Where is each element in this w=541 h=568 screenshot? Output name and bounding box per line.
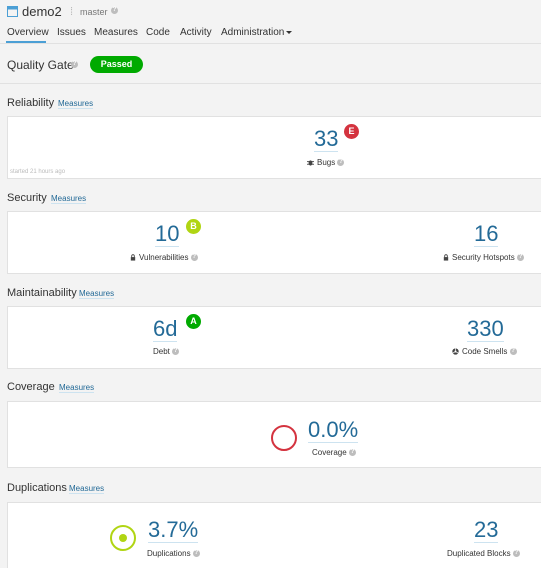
vulnerabilities-label: Vulnerabilities ? — [130, 253, 198, 262]
vulnerabilities-value[interactable]: 10 — [155, 223, 180, 247]
code-smells-value[interactable]: 330 — [467, 318, 504, 342]
coverage-value[interactable]: 0.0% — [308, 419, 359, 443]
coverage-info-icon[interactable]: ? — [348, 449, 356, 457]
tab-activity[interactable]: Activity — [180, 27, 212, 38]
bugs-info-icon[interactable]: ? — [337, 159, 345, 167]
reliability-panel — [7, 116, 541, 179]
coverage-measures-link[interactable]: Measures — [59, 383, 95, 393]
maintainability-title: Maintainability — [7, 287, 77, 299]
tab-overview[interactable]: Overview — [7, 27, 49, 38]
duplications-value[interactable]: 3.7% — [148, 519, 199, 543]
coverage-label-text: Coverage — [312, 448, 347, 457]
vulnerabilities-info-icon[interactable]: ? — [190, 254, 198, 262]
duplications-title: Duplications — [7, 482, 67, 494]
quality-gate-status-badge: Passed — [90, 56, 143, 73]
code-smells-info-icon[interactable]: ? — [509, 348, 517, 356]
project-icon — [7, 6, 18, 17]
debt-label-text: Debt — [153, 347, 170, 356]
vulnerabilities-rating-badge[interactable]: B — [186, 219, 201, 234]
duplications-label: Duplications ? — [147, 549, 200, 558]
code-smells-label: Code Smells ? — [452, 347, 517, 356]
duplicated-blocks-label-text: Duplicated Blocks — [447, 549, 511, 558]
debt-info-icon[interactable]: ? — [172, 348, 180, 356]
reliability-measures-link[interactable]: Measures — [58, 99, 94, 109]
coverage-label: Coverage ? — [312, 448, 356, 457]
duplications-info-icon[interactable]: ? — [192, 550, 200, 558]
coverage-title: Coverage — [7, 381, 55, 393]
active-tab-indicator — [6, 41, 46, 43]
duplicated-blocks-label: Duplicated Blocks ? — [447, 549, 520, 558]
divider — [0, 83, 541, 84]
duplications-measures-link[interactable]: Measures — [69, 484, 105, 494]
coverage-donut-icon — [271, 425, 297, 451]
analysis-started-text: started 21 hours ago — [10, 169, 66, 175]
lock-icon — [130, 254, 136, 261]
bugs-label-text: Bugs — [317, 158, 336, 167]
duplications-label-text: Duplications — [147, 549, 191, 558]
duplicated-blocks-info-icon[interactable]: ? — [512, 550, 520, 558]
tab-administration-label: Administration — [221, 27, 285, 38]
quality-gate-label: Quality Gate — [7, 58, 74, 72]
security-measures-link[interactable]: Measures — [51, 194, 87, 204]
code-smell-icon — [452, 348, 459, 356]
hotspots-label-text: Security Hotspots — [452, 253, 515, 262]
branch-separator: ⁞ — [70, 6, 74, 18]
security-panel — [7, 211, 541, 274]
bugs-rating-badge[interactable]: E — [344, 124, 359, 139]
tab-issues[interactable]: Issues — [57, 27, 86, 38]
hotspots-info-icon[interactable]: ? — [516, 254, 524, 262]
chevron-down-icon — [286, 30, 293, 34]
hotspots-label: Security Hotspots ? — [443, 253, 524, 262]
bug-icon — [307, 160, 314, 166]
debt-value[interactable]: 6d — [153, 318, 178, 342]
security-title: Security — [7, 192, 47, 204]
tab-code[interactable]: Code — [146, 27, 170, 38]
duplications-panel — [7, 502, 541, 568]
duplicated-blocks-value[interactable]: 23 — [474, 519, 499, 543]
tab-measures[interactable]: Measures — [94, 27, 138, 38]
project-name[interactable]: demo2 — [22, 4, 62, 19]
duplications-donut-dot — [119, 534, 127, 542]
bugs-value[interactable]: 33 — [314, 128, 339, 152]
branch-name[interactable]: master — [80, 7, 108, 17]
debt-label: Debt ? — [153, 347, 180, 356]
tab-administration[interactable]: Administration — [221, 27, 293, 38]
vulnerabilities-label-text: Vulnerabilities — [139, 253, 189, 262]
bugs-label: Bugs ? — [307, 158, 345, 167]
code-smells-label-text: Code Smells — [462, 347, 508, 356]
reliability-title: Reliability — [7, 97, 55, 109]
debt-rating-badge[interactable]: A — [186, 314, 201, 329]
lock-icon — [443, 254, 449, 261]
quality-gate-info-icon[interactable]: ? — [71, 61, 78, 68]
maintainability-panel — [7, 306, 541, 369]
maintainability-measures-link[interactable]: Measures — [79, 289, 115, 299]
hotspots-value[interactable]: 16 — [474, 223, 499, 247]
branch-info-icon[interactable]: ? — [111, 7, 118, 14]
